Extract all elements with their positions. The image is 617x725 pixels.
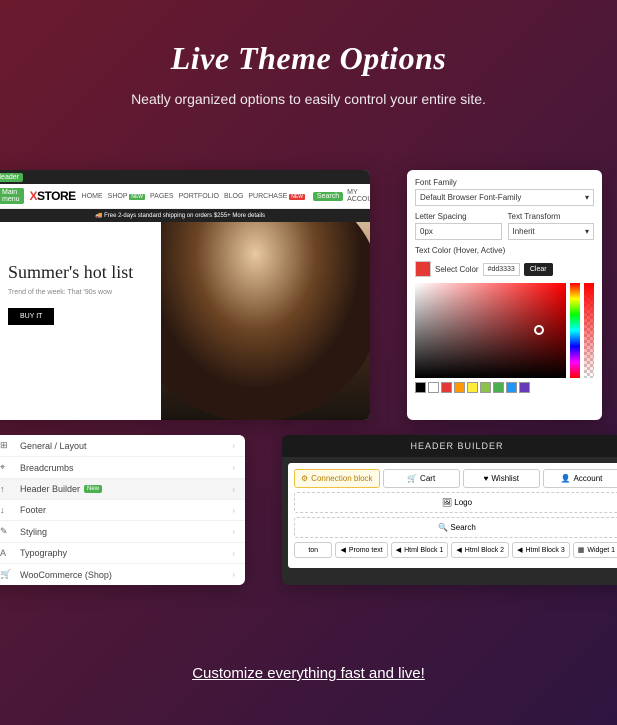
sidebar-item-general[interactable]: ⊞General / Layout› <box>0 435 245 457</box>
font-family-label: Font Family <box>415 178 594 187</box>
gear-icon: ⚙ <box>301 474 308 483</box>
nav-home[interactable]: HOME <box>82 193 103 200</box>
widget-1-chip[interactable]: ▦Widget 1 <box>573 542 617 558</box>
page-subtitle: Neatly organized options to easily contr… <box>20 91 597 107</box>
hex-input[interactable]: #dd3333 <box>483 263 520 276</box>
html-block-1-chip[interactable]: ◀Html Block 1 <box>391 542 449 558</box>
arrow-down-icon: ↓ <box>0 505 14 515</box>
palette-swatch[interactable] <box>454 382 465 393</box>
wishlist-chip[interactable]: ♥Wishlist <box>463 469 540 488</box>
breadcrumb-icon: ⌖ <box>0 462 14 473</box>
sidebar-item-woocommerce[interactable]: 🛒WooCommerce (Shop)› <box>0 564 245 585</box>
chevron-down-icon: ▾ <box>585 193 589 202</box>
header-tag: Header <box>0 173 23 182</box>
sidebar-item-header-builder[interactable]: ↑Header BuilderNew› <box>0 479 245 500</box>
hero-title: Summer's hot list <box>8 262 161 283</box>
nav-blog[interactable]: BLOG <box>224 193 243 200</box>
html-block-3-chip[interactable]: ◀Html Block 3 <box>512 542 570 558</box>
sidebar-item-breadcrumbs[interactable]: ⌖Breadcrumbs› <box>0 457 245 479</box>
text-transform-select[interactable]: Inherit▾ <box>508 223 595 240</box>
palette-swatch[interactable] <box>467 382 478 393</box>
chevron-right-icon: › <box>232 463 235 472</box>
palette-swatch[interactable] <box>428 382 439 393</box>
header-builder-title: HEADER BUILDER <box>282 435 617 457</box>
clear-button[interactable]: Clear <box>524 263 553 276</box>
logo-slot[interactable]: 🖼 Logo <box>294 492 617 513</box>
customize-link[interactable]: Customize everything fast and live! <box>192 665 425 682</box>
header-builder-panel: HEADER BUILDER ⚙Connection block 🛒Cart ♥… <box>282 435 617 585</box>
nav-shop[interactable]: SHOP NEW <box>108 193 145 200</box>
chevron-right-icon: › <box>232 485 235 494</box>
cart-icon: 🛒 <box>407 474 417 483</box>
grid-icon: ⊞ <box>0 440 14 451</box>
account-chip[interactable]: 👤Account <box>543 469 617 488</box>
sidebar-menu-panel: ⊞General / Layout› ⌖Breadcrumbs› ↑Header… <box>0 435 245 585</box>
heart-icon: ♥ <box>484 474 489 483</box>
arrow-left-icon: ◀ <box>456 546 461 554</box>
font-icon: A <box>0 548 14 558</box>
color-gradient[interactable] <box>415 283 566 378</box>
store-nav: HOME SHOP NEW PAGES PORTFOLIO BLOG PURCH… <box>82 193 305 200</box>
palette-swatch[interactable] <box>480 382 491 393</box>
arrow-left-icon: ◀ <box>517 546 522 554</box>
alpha-slider[interactable] <box>584 283 594 378</box>
account-link[interactable]: MY ACCOUNT <box>347 189 370 203</box>
hero-image <box>161 222 370 420</box>
store-preview-panel: Header Main menu XSTORE HOME SHOP NEW PA… <box>0 170 370 420</box>
new-badge: New <box>84 485 102 493</box>
color-swatch[interactable] <box>415 261 431 277</box>
nav-pages[interactable]: PAGES <box>150 193 174 200</box>
nav-purchase[interactable]: PURCHASE NEW <box>248 193 305 200</box>
chevron-right-icon: › <box>232 506 235 515</box>
chevron-right-icon: › <box>232 549 235 558</box>
palette-swatch[interactable] <box>506 382 517 393</box>
arrow-left-icon: ◀ <box>340 546 345 554</box>
pencil-icon: ✎ <box>0 526 14 537</box>
chevron-down-icon: ▾ <box>585 227 589 236</box>
color-cursor[interactable] <box>534 325 544 335</box>
search-slot[interactable]: 🔍 Search <box>294 517 617 538</box>
nav-portfolio[interactable]: PORTFOLIO <box>179 193 219 200</box>
widget-icon: ▦ <box>578 546 585 554</box>
text-transform-label: Text Transform <box>508 212 595 221</box>
sidebar-item-styling[interactable]: ✎Styling› <box>0 521 245 543</box>
block-chip[interactable]: ton <box>294 542 332 558</box>
main-menu-tag[interactable]: Main menu <box>0 188 24 204</box>
cart-chip[interactable]: 🛒Cart <box>383 469 460 488</box>
sidebar-item-footer[interactable]: ↓Footer› <box>0 500 245 521</box>
shipping-banner: 🚚 Free 2-days standard shipping on order… <box>0 209 370 222</box>
color-palette <box>415 382 594 393</box>
palette-swatch[interactable] <box>493 382 504 393</box>
page-title: Live Theme Options <box>20 40 597 77</box>
store-logo[interactable]: XSTORE <box>30 189 76 203</box>
cart-icon: 🛒 <box>0 569 14 580</box>
chevron-right-icon: › <box>232 570 235 579</box>
select-color-button[interactable]: Select Color <box>435 265 479 274</box>
chevron-right-icon: › <box>232 527 235 536</box>
buy-button[interactable]: BUY IT <box>8 308 54 325</box>
arrow-up-icon: ↑ <box>0 484 14 494</box>
text-color-label: Text Color (Hover, Active) <box>415 246 594 255</box>
arrow-left-icon: ◀ <box>396 546 401 554</box>
letter-spacing-input[interactable]: 0px <box>415 223 502 240</box>
connection-block-chip[interactable]: ⚙Connection block <box>294 469 380 488</box>
search-tag[interactable]: Search <box>313 192 343 201</box>
chevron-right-icon: › <box>232 441 235 450</box>
typography-panel: Font Family Default Browser Font-Family▾… <box>407 170 602 420</box>
user-icon: 👤 <box>561 474 571 483</box>
palette-swatch[interactable] <box>519 382 530 393</box>
font-family-select[interactable]: Default Browser Font-Family▾ <box>415 189 594 206</box>
promo-text-chip[interactable]: ◀Promo text <box>335 542 387 558</box>
hero-subtitle: Trend of the week: That '90s wow <box>8 289 161 296</box>
palette-swatch[interactable] <box>441 382 452 393</box>
hue-slider[interactable] <box>570 283 580 378</box>
sidebar-item-typography[interactable]: ATypography› <box>0 543 245 564</box>
letter-spacing-label: Letter Spacing <box>415 212 502 221</box>
palette-swatch[interactable] <box>415 382 426 393</box>
html-block-2-chip[interactable]: ◀Html Block 2 <box>451 542 509 558</box>
